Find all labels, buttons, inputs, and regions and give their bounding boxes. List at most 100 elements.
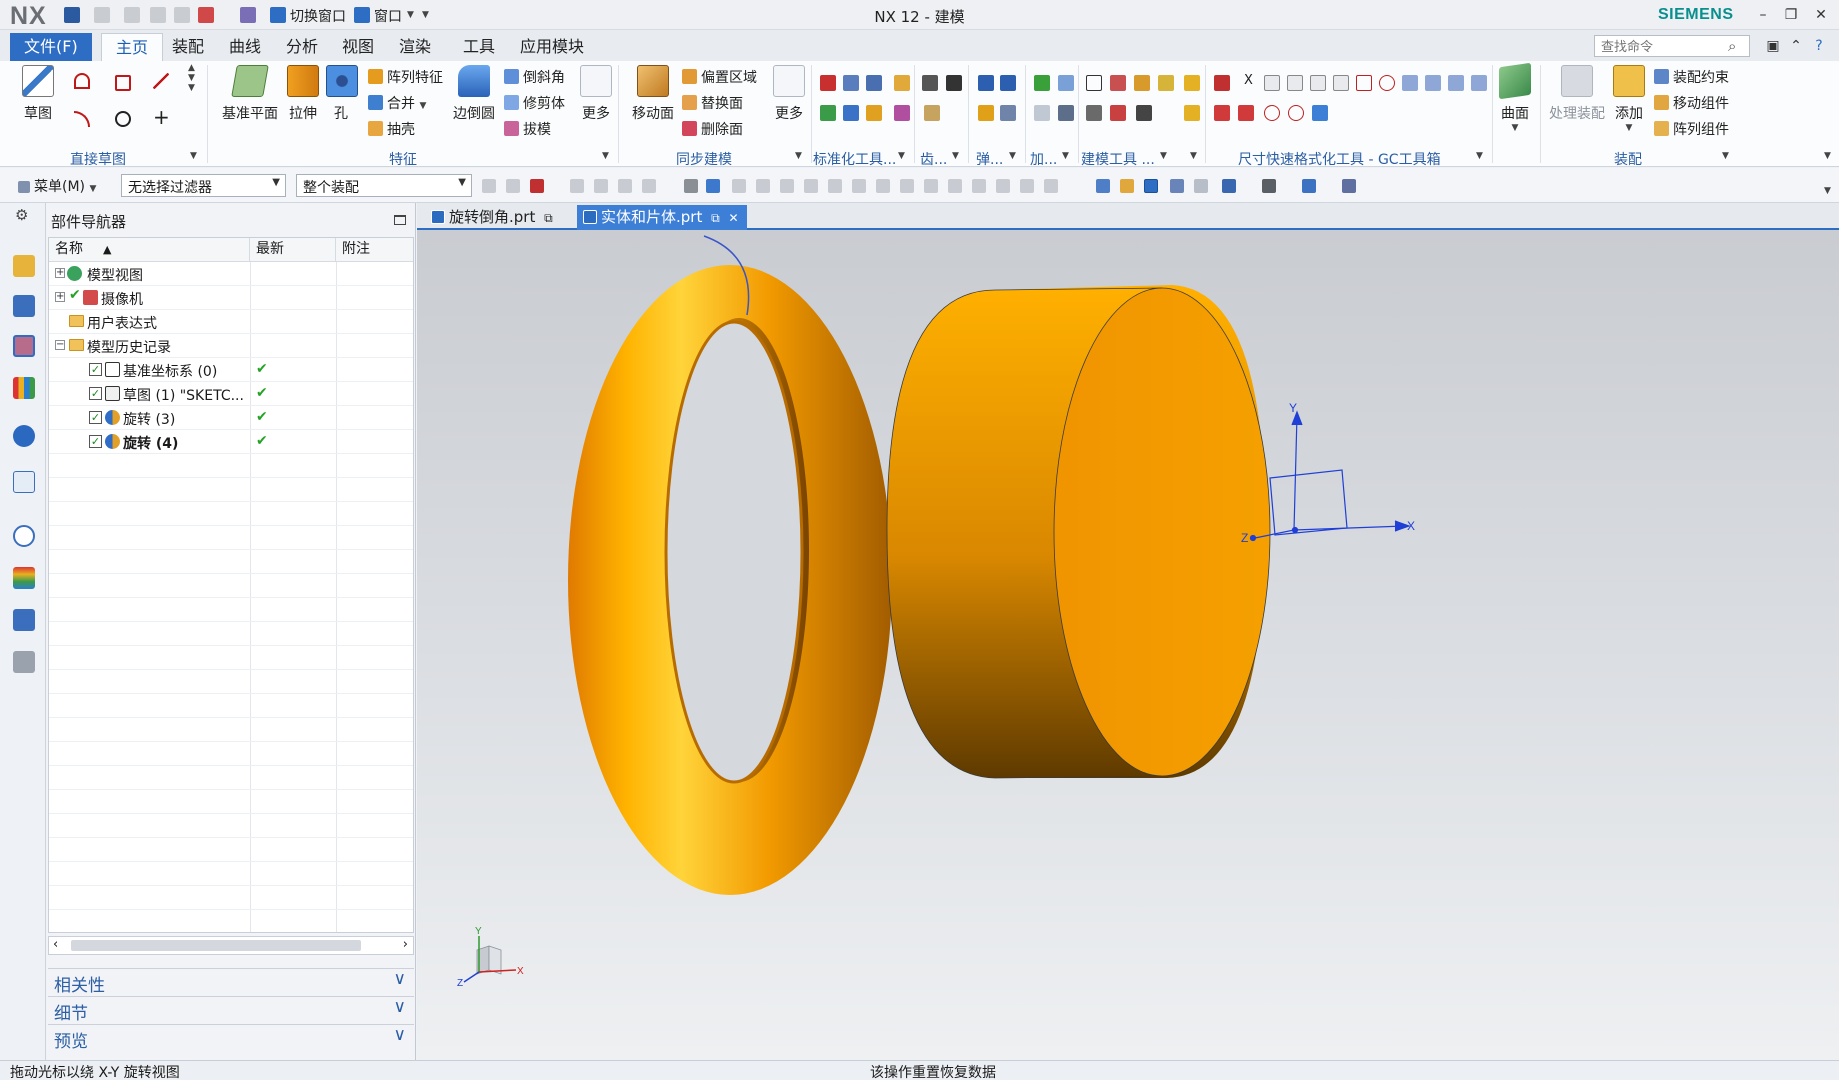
snap-tool-icon[interactable] [780,179,794,193]
column-header-latest[interactable]: 最新 [250,238,336,262]
dimension-tool-icon[interactable] [1214,105,1230,121]
visibility-checkbox[interactable]: ✓ [89,411,102,424]
snap-tool-icon[interactable] [948,179,962,193]
delete-face-button[interactable]: 删除面 [682,119,743,139]
measure-tool-icon[interactable] [13,609,35,631]
tab-assembly[interactable]: 装配 [158,33,218,61]
point-icon[interactable]: + [153,107,170,127]
dimension-tool-icon[interactable] [1312,105,1328,121]
gear-icon[interactable] [924,105,940,121]
scrollbar-thumb[interactable] [71,940,361,951]
snap-tool-icon[interactable] [706,179,720,193]
tree-row-sketch[interactable]: ✓ 草图 (1) "SKETC... ✔ [49,382,413,406]
snap-tool-icon[interactable] [828,179,842,193]
reuse-library-icon[interactable] [13,377,35,399]
paste-icon[interactable] [174,7,190,23]
dimension-tool-icon[interactable] [1310,75,1326,91]
layout-icon[interactable] [198,7,214,23]
std-tool-icon[interactable] [894,105,910,121]
datum-plane-button[interactable]: 基准平面 [219,65,281,123]
dimension-tool-icon[interactable] [1402,75,1418,91]
feature-more-button[interactable]: 更多 [578,65,614,123]
std-tool-icon[interactable] [866,75,882,91]
tab-home[interactable]: 主页 [101,33,164,61]
chevron-down-icon[interactable]: ▼ [1722,151,1729,161]
draft-button[interactable]: 拔模 [504,119,551,139]
collapse-icon[interactable]: − [55,340,65,350]
tree-row-revolve-3[interactable]: ✓ 旋转 (3) ✔ [49,406,413,430]
chevron-down-icon[interactable]: ▼ [1160,151,1167,161]
menu-button[interactable]: 菜单(M) ▼ [18,176,96,196]
std-tool-icon[interactable] [820,105,836,121]
gear-icon[interactable]: ⚙ [15,207,31,223]
popout-icon[interactable]: ⧉ [544,211,553,225]
pan-icon[interactable] [1170,179,1184,193]
rectangle-icon[interactable] [115,75,131,91]
gear-icon[interactable] [922,75,938,91]
tree-row-datum-csys[interactable]: ✓ 基准坐标系 (0) ✔ [49,358,413,382]
collapse-ribbon-icon[interactable]: ⌃ [1785,36,1807,56]
chamfer-button[interactable]: 倒斜角 [504,67,565,87]
type-filter-select[interactable]: 无选择过滤器 ▼ [121,174,286,197]
chevron-down-icon[interactable]: ▼ [1190,151,1197,161]
gear-icon[interactable] [946,75,962,91]
ribbon-options-icon[interactable]: ▣ [1762,36,1784,56]
spring-icon[interactable] [1000,75,1016,91]
tree-row-revolve-4[interactable]: ✓ 旋转 (4) ✔ [49,430,413,454]
expand-icon[interactable]: + [55,268,65,278]
dimension-tool-icon[interactable] [1264,75,1280,91]
snap-tool-icon[interactable] [972,179,986,193]
popout-icon[interactable]: ⧉ [711,211,720,225]
spring-icon[interactable] [978,105,994,121]
sketch-button[interactable]: 草图 [18,65,58,123]
datum-csys[interactable] [1249,410,1411,542]
snap-tool-icon[interactable] [642,179,656,193]
unite-button[interactable]: 合并 ▼ [368,93,426,113]
arc-icon[interactable] [74,111,90,127]
move-component-button[interactable]: 移动组件 [1654,93,1729,113]
spring-icon[interactable] [978,75,994,91]
switch-window-icon[interactable] [270,7,286,23]
extrude-button[interactable]: 拉伸 [285,65,321,123]
add-tool-icon[interactable] [1058,75,1074,91]
snap-tool-icon[interactable] [1020,179,1034,193]
column-header-notes[interactable]: 附注 [336,238,413,262]
replace-face-button[interactable]: 替换面 [682,93,743,113]
chevron-down-icon[interactable]: ▼ [952,151,959,161]
snap-tool-icon[interactable] [594,179,608,193]
scroll-left-icon[interactable]: ‹ [53,937,58,952]
palette-icon[interactable] [13,567,35,589]
spring-icon[interactable] [1000,105,1016,121]
model-tool-icon[interactable] [1134,75,1150,91]
help-icon[interactable]: ? [1808,36,1830,56]
chevron-down-icon[interactable]: ▼ [407,10,414,20]
web-browser-icon[interactable] [13,425,35,447]
snap-tool-icon[interactable] [618,179,632,193]
selection-scope-select[interactable]: 整个装配 ▼ [296,174,472,197]
dimension-tool-icon[interactable] [1288,105,1304,121]
snap-tool-icon[interactable] [732,179,746,193]
dimension-tool-icon[interactable] [1471,75,1487,91]
std-tool-icon[interactable] [894,75,910,91]
rotate-view-icon[interactable] [1144,179,1158,193]
sketch-gallery-scroll-icon[interactable]: ▲ ▼ ▼ [188,63,204,93]
model-tool-icon[interactable] [1158,75,1174,91]
visibility-icon[interactable] [1262,179,1276,193]
repeat-command-icon[interactable] [240,7,256,23]
visibility-checkbox[interactable]: ✓ [89,435,102,448]
fit-view-icon[interactable] [1096,179,1110,193]
panel-preview[interactable]: 预览 ∨ [48,1024,414,1052]
model-tool-icon[interactable] [1136,105,1152,121]
dimension-tool-icon[interactable] [1333,75,1349,91]
dimension-tool-icon[interactable] [1379,75,1395,91]
zoom-icon[interactable] [1120,179,1134,193]
search-icon[interactable]: ⌕ [1728,37,1736,55]
panel-details[interactable]: 细节 ∨ [48,996,414,1024]
std-tool-icon[interactable] [843,105,859,121]
offset-region-button[interactable]: 偏置区域 [682,67,757,87]
panel-dependencies[interactable]: 相关性 ∨ [48,968,414,996]
model-tool-icon[interactable] [1086,75,1102,91]
chevron-down-icon[interactable]: ▼ [1612,123,1646,133]
column-header-name[interactable]: 名称 ▲ [49,238,250,262]
snap-tool-icon[interactable] [996,179,1010,193]
